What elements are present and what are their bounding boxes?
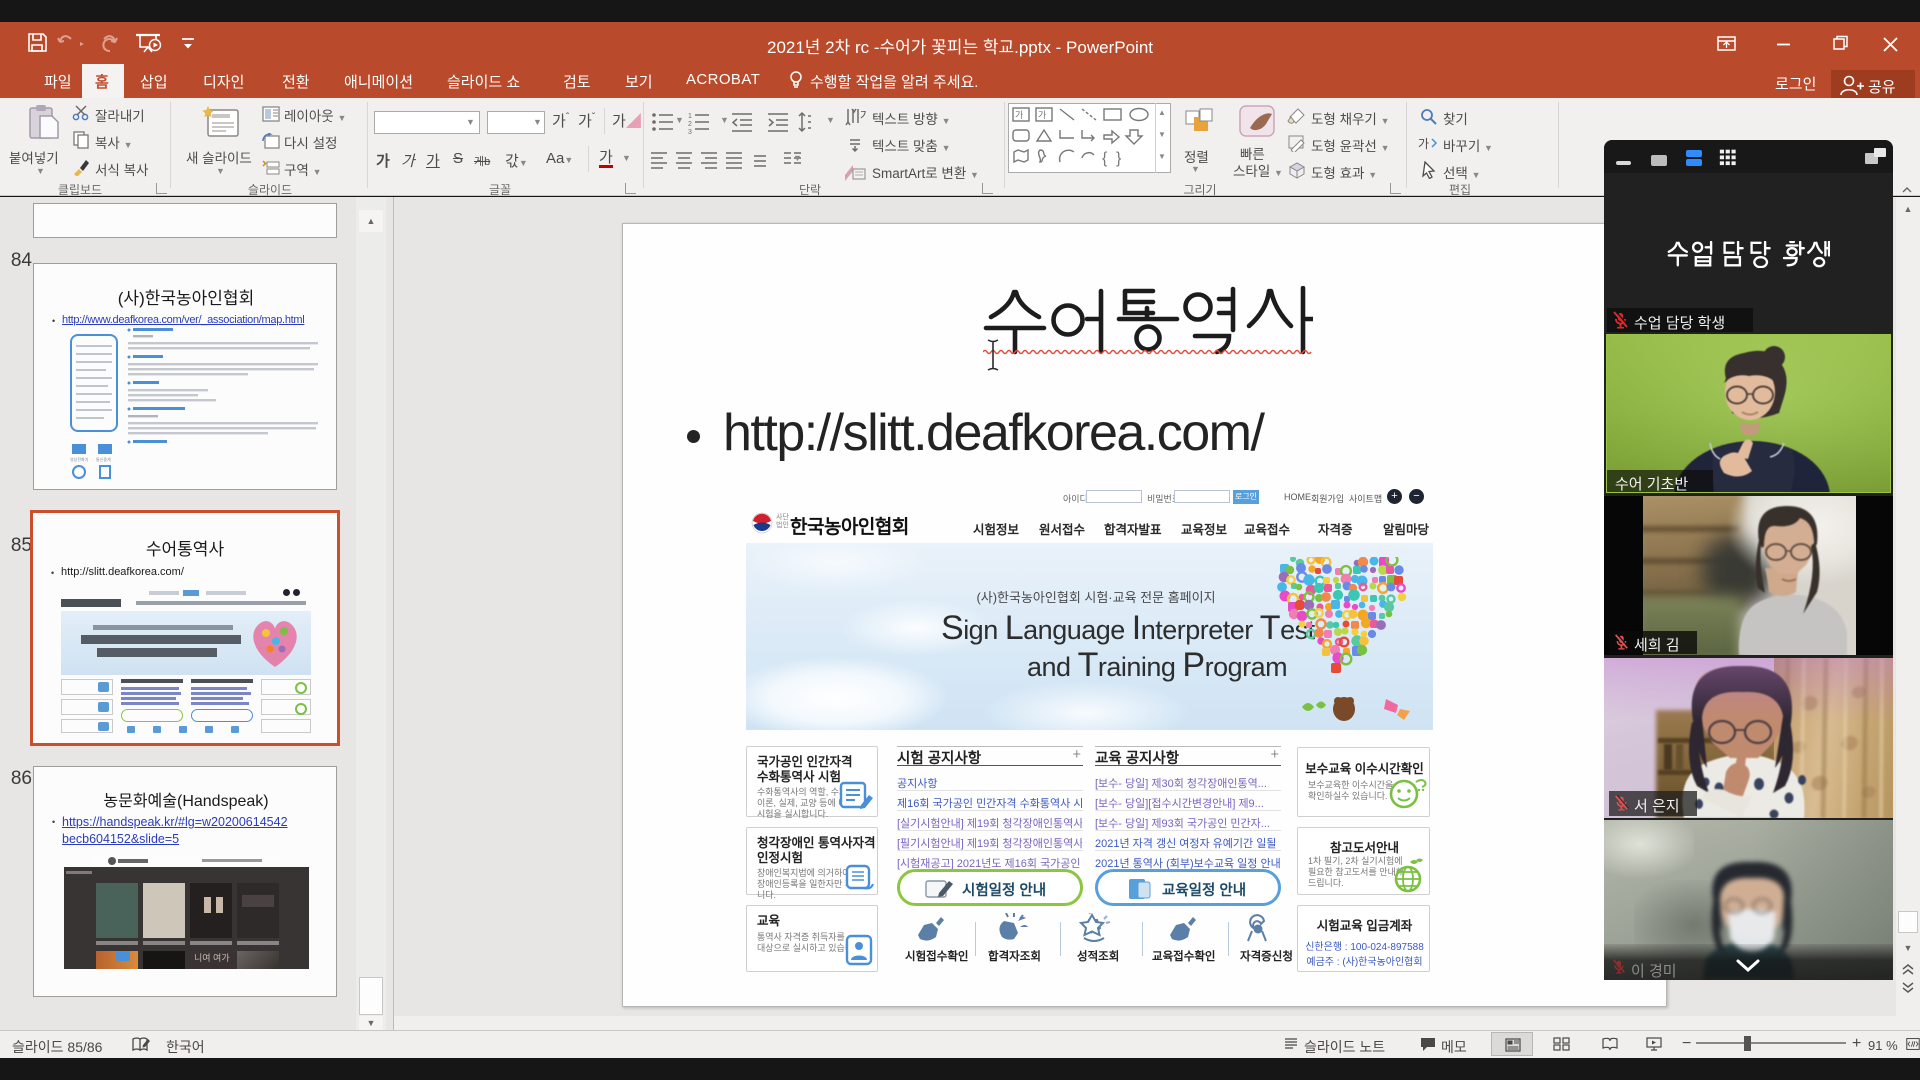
svg-text:1: 1: [688, 113, 692, 120]
svg-text:{: {: [1102, 150, 1108, 167]
svg-text:2: 2: [688, 121, 692, 128]
svg-text:가: 가: [860, 109, 867, 122]
svg-text:가: 가: [1418, 137, 1429, 151]
svg-text:통신중계: 통신중계: [96, 456, 111, 462]
svg-text:3: 3: [688, 129, 692, 136]
svg-text:영상전화기: 영상전화기: [70, 456, 89, 462]
svg-text:}: }: [1116, 150, 1122, 167]
svg-text:가: 가: [1038, 110, 1046, 120]
svg-text:가: 가: [1015, 110, 1023, 120]
